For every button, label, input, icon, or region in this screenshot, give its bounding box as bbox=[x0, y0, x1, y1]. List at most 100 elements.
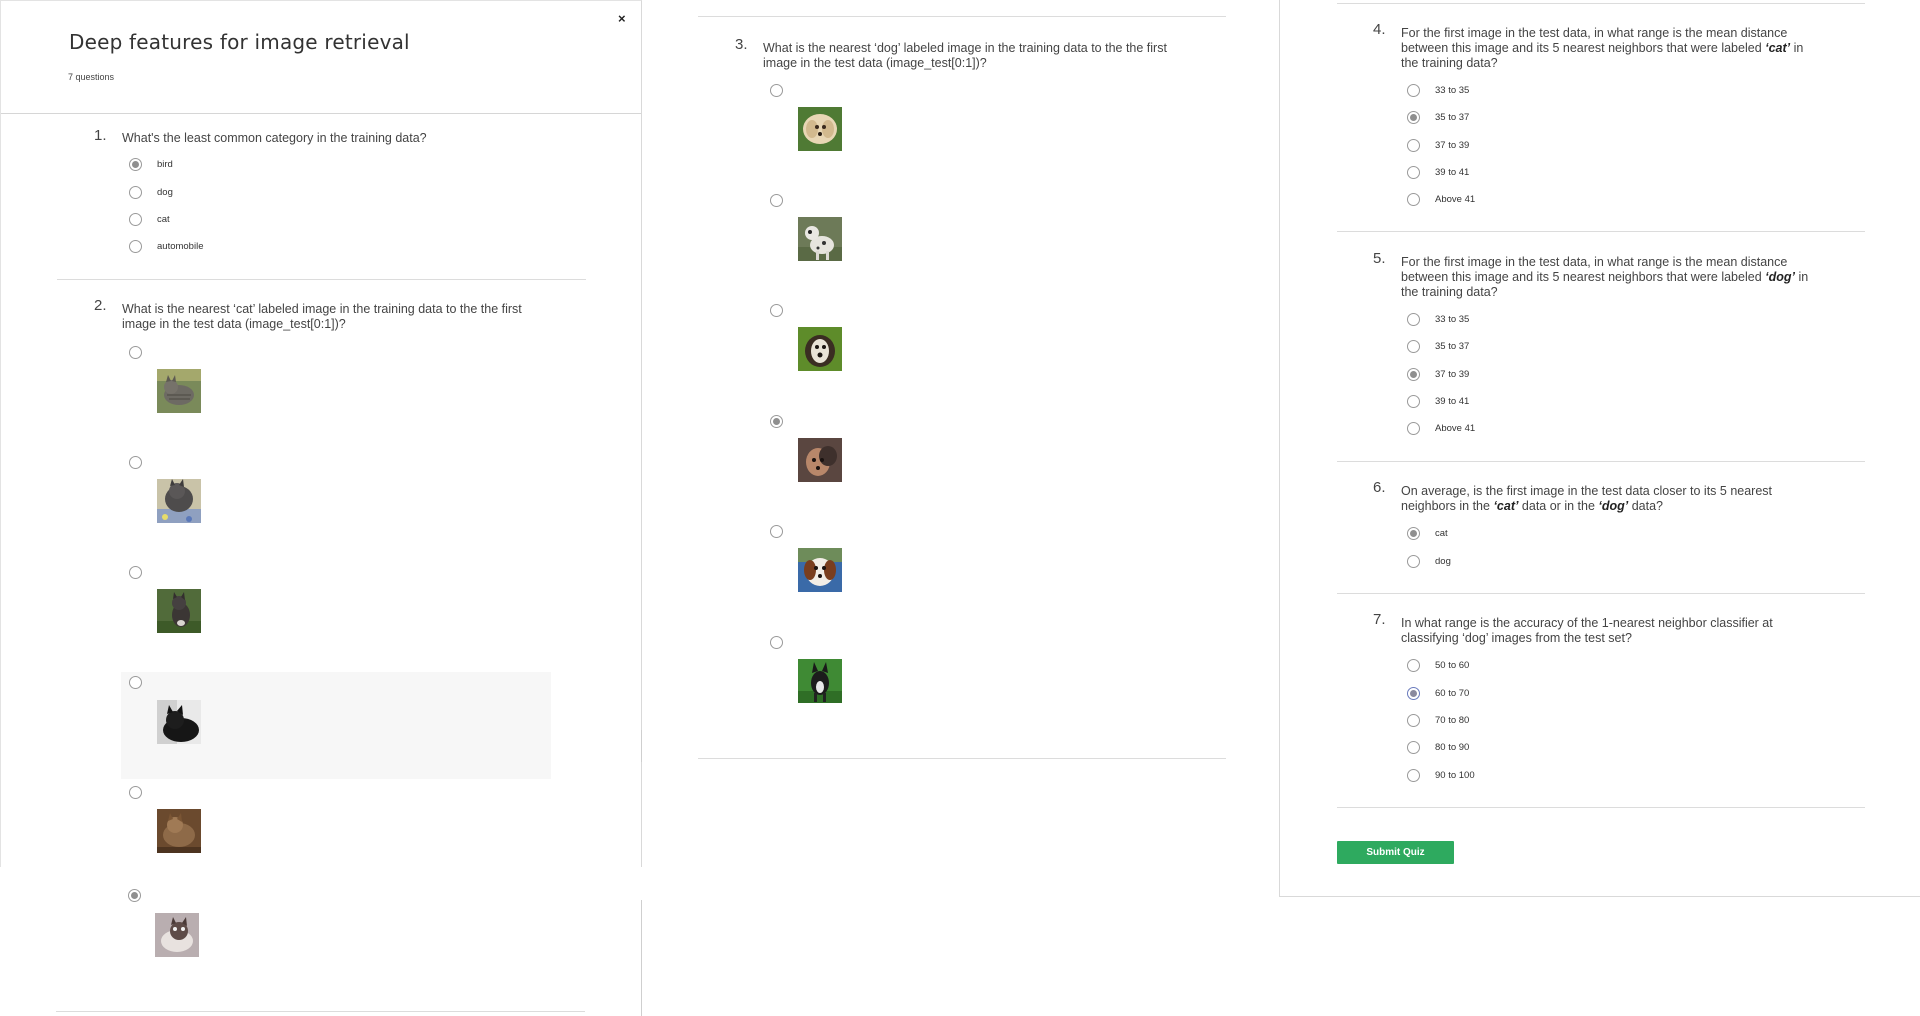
question-divider bbox=[698, 16, 1226, 17]
radio-cat-image-6[interactable] bbox=[128, 889, 141, 902]
option-label: 90 to 100 bbox=[1435, 770, 1475, 781]
radio-39-to-41[interactable] bbox=[1407, 166, 1420, 179]
option-label: 80 to 90 bbox=[1435, 742, 1470, 753]
radio-35-to-37[interactable] bbox=[1407, 340, 1420, 353]
cat-image-5-graphic bbox=[157, 809, 201, 853]
radio-37-to-39[interactable] bbox=[1407, 368, 1420, 381]
radio-dog-image-2[interactable] bbox=[770, 194, 783, 207]
radio-dog[interactable] bbox=[129, 186, 142, 199]
radio-dog-image-5[interactable] bbox=[770, 525, 783, 538]
question-text-part: data or in the bbox=[1518, 499, 1599, 513]
option-label: 37 to 39 bbox=[1435, 369, 1470, 380]
radio-cat-image-5[interactable] bbox=[129, 786, 142, 799]
question-count: 7 questions bbox=[68, 72, 115, 82]
radio-39-to-41[interactable] bbox=[1407, 395, 1420, 408]
question-text: On average, is the first image in the te… bbox=[1401, 484, 1772, 514]
question-divider bbox=[698, 758, 1226, 759]
question-number: 5. bbox=[1373, 250, 1386, 267]
radio-50-to-60[interactable] bbox=[1407, 659, 1420, 672]
question-text-line: What is the nearest ‘cat’ labeled image … bbox=[122, 302, 522, 316]
dog-image-6-graphic bbox=[798, 659, 842, 703]
cat-image-2[interactable] bbox=[157, 479, 201, 523]
question-text: What is the nearest ‘dog’ labeled image … bbox=[763, 41, 1167, 71]
option-label: dog bbox=[1435, 556, 1451, 567]
question-divider bbox=[57, 279, 586, 280]
radio-80-to-90[interactable] bbox=[1407, 741, 1420, 754]
question-text-line: the training data? bbox=[1401, 285, 1498, 299]
dog-image-1-graphic bbox=[798, 107, 842, 151]
question-text-emphasis: ‘dog’ bbox=[1765, 270, 1795, 284]
question-text-emphasis: ‘dog’ bbox=[1598, 499, 1629, 513]
dog-image-3-graphic bbox=[798, 327, 842, 371]
radio-dog-image-3[interactable] bbox=[770, 304, 783, 317]
dog-image-5[interactable] bbox=[798, 548, 842, 592]
dog-image-4-graphic bbox=[798, 438, 842, 482]
cat-image-5[interactable] bbox=[157, 809, 201, 853]
question-divider bbox=[56, 1011, 585, 1012]
question-text-line: neighbors in the ‘cat’ data or in the ‘d… bbox=[1401, 499, 1772, 514]
cat-image-4[interactable] bbox=[157, 700, 201, 744]
radio-cat[interactable] bbox=[1407, 527, 1420, 540]
option-label: 39 to 41 bbox=[1435, 167, 1470, 178]
question-number: 3. bbox=[735, 36, 748, 53]
radio-bird[interactable] bbox=[129, 158, 142, 171]
option-label: bird bbox=[157, 159, 173, 170]
option-label: Above 41 bbox=[1435, 423, 1476, 434]
submit-quiz-button[interactable]: Submit Quiz bbox=[1337, 841, 1454, 864]
radio-cat-image-2[interactable] bbox=[129, 456, 142, 469]
question-divider bbox=[1337, 593, 1865, 594]
question-text-part: between this image and its 5 nearest nei… bbox=[1401, 41, 1766, 55]
question-text-part: neighbors in the bbox=[1401, 499, 1494, 513]
radio-cat-image-1[interactable] bbox=[129, 346, 142, 359]
radio-37-to-39[interactable] bbox=[1407, 139, 1420, 152]
question-text-part: in bbox=[1794, 270, 1809, 284]
radio-35-to-37[interactable] bbox=[1407, 111, 1420, 124]
question-text-part: in bbox=[1790, 41, 1804, 55]
cat-image-1-graphic bbox=[157, 369, 201, 413]
question-divider bbox=[1337, 231, 1865, 232]
radio-cat-image-3[interactable] bbox=[129, 566, 142, 579]
cat-image-3[interactable] bbox=[157, 589, 201, 633]
radio-above-41[interactable] bbox=[1407, 422, 1420, 435]
radio-dog[interactable] bbox=[1407, 555, 1420, 568]
option-label: automobile bbox=[157, 241, 204, 252]
option-label: 70 to 80 bbox=[1435, 715, 1470, 726]
option-label: 33 to 35 bbox=[1435, 85, 1470, 96]
dog-image-1[interactable] bbox=[798, 107, 842, 151]
question-number: 7. bbox=[1373, 611, 1386, 628]
radio-90-to-100[interactable] bbox=[1407, 769, 1420, 782]
radio-automobile[interactable] bbox=[129, 240, 142, 253]
question-divider bbox=[1337, 807, 1865, 808]
option-label: 35 to 37 bbox=[1435, 112, 1470, 123]
question-text-line: In what range is the accuracy of the 1-n… bbox=[1401, 616, 1773, 630]
quiz-panel-right: 4. For the first image in the test data,… bbox=[1279, 0, 1920, 897]
dog-image-2[interactable] bbox=[798, 217, 842, 261]
radio-33-to-35[interactable] bbox=[1407, 313, 1420, 326]
radio-dog-image-6[interactable] bbox=[770, 636, 783, 649]
question-text-line: the training data? bbox=[1401, 56, 1498, 70]
cat-image-1[interactable] bbox=[157, 369, 201, 413]
question-number: 1. bbox=[94, 127, 107, 144]
radio-dog-image-4[interactable] bbox=[770, 415, 783, 428]
question-text: What's the least common category in the … bbox=[122, 131, 427, 145]
radio-above-41[interactable] bbox=[1407, 193, 1420, 206]
cat-image-4-graphic bbox=[157, 700, 201, 744]
dog-image-6[interactable] bbox=[798, 659, 842, 703]
question-text-part: data? bbox=[1628, 499, 1663, 513]
question-text-line: image in the test data (image_test[0:1])… bbox=[122, 317, 346, 331]
header-divider bbox=[1, 113, 641, 114]
dog-image-4[interactable] bbox=[798, 438, 842, 482]
question-text-line: For the first image in the test data, in… bbox=[1401, 255, 1788, 269]
question-text-line: between this image and its 5 nearest nei… bbox=[1401, 270, 1808, 285]
radio-dog-image-1[interactable] bbox=[770, 84, 783, 97]
close-icon[interactable]: × bbox=[618, 11, 626, 26]
option-label: 37 to 39 bbox=[1435, 140, 1470, 151]
radio-cat[interactable] bbox=[129, 213, 142, 226]
dog-image-3[interactable] bbox=[798, 327, 842, 371]
radio-33-to-35[interactable] bbox=[1407, 84, 1420, 97]
question-text-line: between this image and its 5 nearest nei… bbox=[1401, 41, 1803, 56]
radio-60-to-70[interactable] bbox=[1407, 687, 1420, 700]
radio-cat-image-4[interactable] bbox=[129, 676, 142, 689]
cat-image-6[interactable] bbox=[155, 913, 199, 957]
radio-70-to-80[interactable] bbox=[1407, 714, 1420, 727]
